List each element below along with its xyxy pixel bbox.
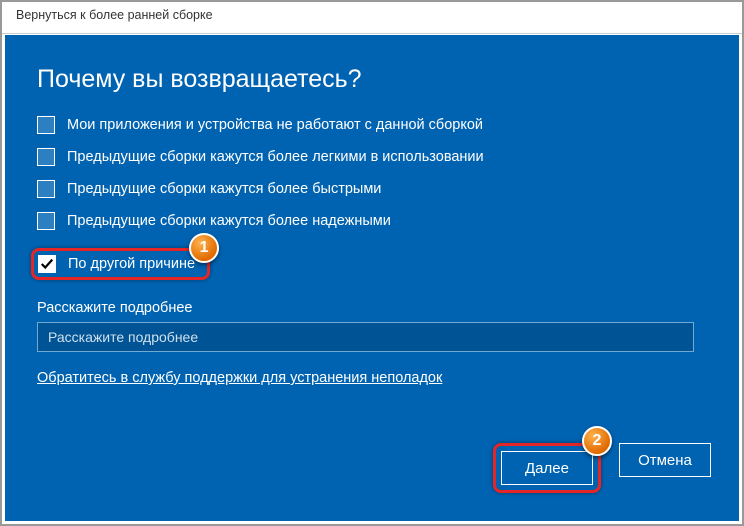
callout-2: 2 [582, 426, 612, 456]
button-row: 2 Далее Отмена [493, 443, 711, 493]
detail-label: Расскажите подробнее [37, 300, 707, 316]
main-panel: Почему вы возвращаетесь? Мои приложения … [5, 35, 739, 521]
option-other-reason[interactable]: По другой причине [38, 255, 195, 273]
checkbox-icon[interactable] [37, 212, 55, 230]
checkbox-icon[interactable] [37, 148, 55, 166]
option-label: Предыдущие сборки кажутся более надежным… [67, 213, 391, 229]
option-reliable[interactable]: Предыдущие сборки кажутся более надежным… [37, 212, 707, 230]
checkbox-icon[interactable] [37, 180, 55, 198]
next-button[interactable]: Далее [501, 451, 593, 485]
detail-input[interactable] [37, 322, 694, 352]
option-label: Мои приложения и устройства не работают … [67, 117, 483, 133]
highlighted-next: 2 Далее [493, 443, 601, 493]
titlebar: Вернуться к более ранней сборке [2, 2, 742, 34]
checkbox-checked-icon[interactable] [38, 255, 56, 273]
option-faster[interactable]: Предыдущие сборки кажутся более быстрыми [37, 180, 707, 198]
option-label: По другой причине [68, 256, 195, 272]
option-apps-devices[interactable]: Мои приложения и устройства не работают … [37, 116, 707, 134]
checkbox-icon[interactable] [37, 116, 55, 134]
callout-1: 1 [189, 233, 219, 263]
cancel-button[interactable]: Отмена [619, 443, 711, 477]
option-label: Предыдущие сборки кажутся более быстрыми [67, 181, 381, 197]
option-easier[interactable]: Предыдущие сборки кажутся более легкими … [37, 148, 707, 166]
highlighted-option: 1 По другой причине [31, 248, 210, 280]
support-link[interactable]: Обратитесь в службу поддержки для устран… [37, 370, 442, 386]
option-label: Предыдущие сборки кажутся более легкими … [67, 149, 484, 165]
page-title: Почему вы возвращаетесь? [37, 65, 707, 94]
